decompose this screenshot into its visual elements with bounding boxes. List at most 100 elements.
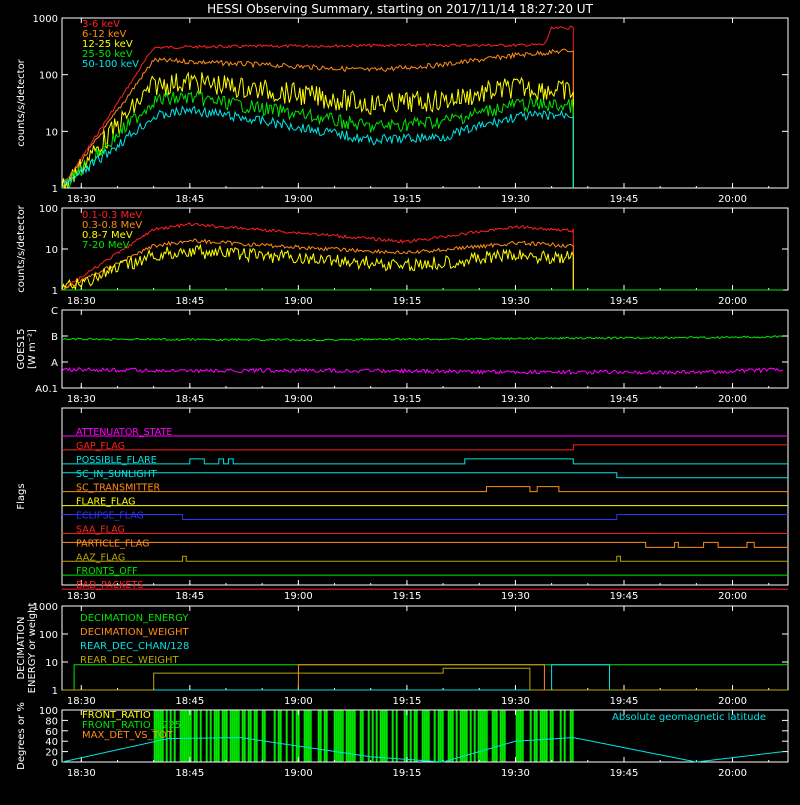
decimation-xtick-label: 19:00	[284, 696, 313, 707]
goes-xtick-label: 19:15	[392, 394, 421, 405]
goes-xtick-label: 18:45	[175, 394, 204, 405]
ratio-bar	[209, 710, 212, 762]
ratio-bar	[323, 710, 326, 762]
ratio-bar	[545, 710, 548, 762]
ratio-bar	[213, 710, 216, 762]
ratio-bar	[379, 710, 382, 762]
ratio-bar	[427, 710, 430, 762]
ratio-bar	[541, 710, 544, 762]
hxr-xtick-label: 18:30	[67, 194, 96, 205]
gamma-ytick-label: 1	[52, 286, 58, 297]
goes-ylabel: GOES15	[16, 328, 27, 369]
ratio-bar	[501, 710, 504, 762]
flag-label: BAD_PACKETS	[76, 580, 143, 591]
flags-xtick-label: 19:00	[284, 591, 313, 602]
decimation-ytick-label: 100	[39, 630, 58, 641]
gamma-ytick-label: 100	[39, 204, 58, 215]
ratio-bar	[307, 710, 310, 762]
ratio-bar	[181, 710, 184, 762]
ratio-bar	[425, 710, 428, 762]
ratio-bar	[359, 710, 362, 762]
ratio-bar	[347, 710, 350, 762]
ratio-bar	[539, 710, 542, 762]
ratio-xtick-label: 18:30	[67, 768, 96, 779]
ratio-bar	[413, 710, 416, 762]
hxr-ylabel: counts/s/detector	[16, 58, 27, 146]
ratio-ytick-label: 80	[45, 716, 58, 727]
ratio-bar	[493, 710, 496, 762]
ratio-legend-item: MAX_DET_VS_TOT	[82, 730, 174, 741]
ratio-bar	[409, 710, 412, 762]
goes-ytick-label: A	[51, 358, 58, 369]
ratio-bar	[317, 710, 320, 762]
ratio-bar	[193, 710, 196, 762]
ratio-bar	[459, 710, 462, 762]
ratio-bar	[503, 710, 506, 762]
ratio-xtick-label: 19:15	[392, 768, 421, 779]
decimation-ylabel2: ENERGY or weight	[27, 603, 38, 694]
chart-title: HESSI Observing Summary, starting on 201…	[207, 2, 593, 16]
ratio-bar	[521, 710, 524, 762]
ratio-ytick-label: 100	[39, 706, 58, 717]
ratio-bar	[465, 710, 468, 762]
ratio-bar	[551, 710, 554, 762]
ratio-bar	[231, 710, 234, 762]
ratio-ytick-label: 0	[52, 758, 58, 769]
ratio-xtick-label: 20:00	[718, 768, 747, 779]
ratio-bar	[463, 710, 466, 762]
ratio-bar	[491, 710, 494, 762]
ratio-bar	[421, 710, 424, 762]
flags-xtick-label: 18:45	[175, 591, 204, 602]
ratio-bar	[533, 710, 536, 762]
ratio-bar	[495, 710, 498, 762]
ratio-bar	[295, 710, 298, 762]
flag-label: ATTENUATOR_STATE	[76, 427, 172, 438]
ratio-bar	[403, 710, 406, 762]
gamma-ytick-label: 10	[45, 245, 58, 256]
ratio-bar	[183, 710, 186, 762]
ratio-bar	[515, 710, 518, 762]
ratio-bar	[461, 710, 464, 762]
ratio-bar	[319, 710, 322, 762]
decimation-legend-item: REAR_DEC_WEIGHT	[80, 655, 179, 666]
ratio-bar	[447, 710, 450, 762]
goes-xtick-label: 20:00	[718, 394, 747, 405]
ratio-bar	[563, 710, 566, 762]
gamma-xtick-label: 19:30	[501, 296, 530, 307]
gamma-xtick-label: 18:45	[175, 296, 204, 307]
ratio-bar	[309, 710, 312, 762]
flags-xtick-label: 19:45	[610, 591, 639, 602]
ratio-bar	[381, 710, 384, 762]
ratio-bar	[249, 710, 252, 762]
goes-ylabel2: [W m⁻²]	[27, 329, 38, 369]
ratio-bar	[253, 710, 256, 762]
ratio-bar	[185, 710, 188, 762]
ratio-xtick-label: 18:45	[175, 768, 204, 779]
hxr-ytick-label: 1	[52, 184, 58, 195]
flag-label: POSSIBLE_FLARE	[76, 455, 157, 466]
ratio-bar	[179, 710, 182, 762]
ratio-bar	[385, 710, 388, 762]
ratio-bar	[279, 710, 282, 762]
ratio-bar	[243, 710, 246, 762]
ratio-bar	[367, 710, 370, 762]
ratio-bar	[571, 710, 574, 762]
ratio-bar	[285, 710, 288, 762]
ratio-bar	[261, 710, 264, 762]
ratio-bar	[569, 710, 572, 762]
ratio-bar	[291, 710, 294, 762]
ratio-bar	[273, 710, 276, 762]
flag-label: ECLIPSE_FLAG	[76, 511, 144, 522]
ratio-bar	[199, 710, 202, 762]
ratio-bar	[391, 710, 394, 762]
hxr-ytick-label: 10	[45, 127, 58, 138]
ratio-bar	[325, 710, 328, 762]
ratio-bar	[473, 710, 476, 762]
hxr-xtick-label: 19:45	[610, 194, 639, 205]
hxr-xtick-label: 19:30	[501, 194, 530, 205]
ratio-bar	[255, 710, 258, 762]
ratio-bar	[263, 710, 266, 762]
ratio-bar	[221, 710, 224, 762]
ratio-bar	[375, 710, 378, 762]
ratio-bar	[441, 710, 444, 762]
